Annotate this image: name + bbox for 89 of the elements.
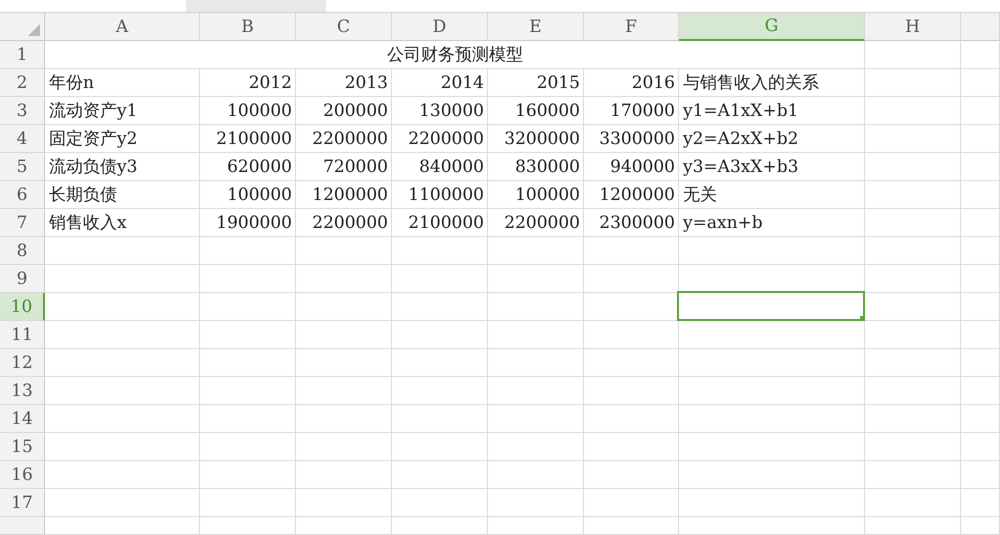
table-cell: 940000: [584, 153, 679, 181]
row-header[interactable]: 16: [0, 461, 45, 489]
row-header[interactable]: 12: [0, 349, 45, 377]
table-cell: 2300000: [584, 209, 679, 237]
row-header[interactable]: 13: [0, 377, 45, 405]
row-header[interactable]: 11: [0, 321, 45, 349]
table-cell: 1900000: [200, 209, 296, 237]
column-header[interactable]: B: [200, 13, 296, 41]
table-cell: 160000: [488, 97, 584, 125]
table-cell: 720000: [296, 153, 392, 181]
table-cell: [961, 125, 1000, 153]
row-header[interactable]: [0, 517, 45, 535]
table-cell: 1200000: [584, 181, 679, 209]
table-cell: 130000: [392, 97, 488, 125]
column-header[interactable]: [961, 13, 1000, 41]
row-header[interactable]: 6: [0, 181, 45, 209]
table-cell: [961, 265, 1000, 293]
table-cell: 2014: [392, 69, 488, 97]
table-cell: 固定资产y2: [45, 125, 200, 153]
table-cell: 2016: [584, 69, 679, 97]
table-cell: [961, 517, 1000, 535]
table-cell: y1=A1xX+b1: [679, 97, 865, 125]
table-cell: [961, 461, 1000, 489]
table-cell: [961, 433, 1000, 461]
table-cell: [961, 489, 1000, 517]
row-header[interactable]: 8: [0, 237, 45, 265]
column-header[interactable]: A: [45, 13, 200, 41]
row-header[interactable]: 9: [0, 265, 45, 293]
column-header[interactable]: C: [296, 13, 392, 41]
table-cell: [961, 405, 1000, 433]
table-cell: y=axn+b: [679, 209, 865, 237]
table-cell: 流动负债y3: [45, 153, 200, 181]
table-cell: 年份n: [45, 69, 200, 97]
row-header[interactable]: 15: [0, 433, 45, 461]
table-cell: 2200000: [296, 125, 392, 153]
row-header[interactable]: 3: [0, 97, 45, 125]
table-cell: [961, 349, 1000, 377]
table-cell: y2=A2xX+b2: [679, 125, 865, 153]
table-cell: 170000: [584, 97, 679, 125]
row-header[interactable]: 4: [0, 125, 45, 153]
table-cell: 100000: [200, 181, 296, 209]
table-cell: 1200000: [296, 181, 392, 209]
table-cell: 2200000: [488, 209, 584, 237]
column-header[interactable]: H: [865, 13, 961, 41]
table-cell: 1100000: [392, 181, 488, 209]
table-cell: 3200000: [488, 125, 584, 153]
table-cell: 620000: [200, 153, 296, 181]
table-cell: [961, 377, 1000, 405]
table-cell: 3300000: [584, 125, 679, 153]
corner-triangle-icon: [28, 24, 40, 36]
table-cell: 840000: [392, 153, 488, 181]
row-header[interactable]: 5: [0, 153, 45, 181]
table-cell: [961, 321, 1000, 349]
row-header[interactable]: 17: [0, 489, 45, 517]
table-cell: [961, 293, 1000, 321]
table-cell: [961, 181, 1000, 209]
row-header[interactable]: 1: [0, 41, 45, 69]
column-header[interactable]: E: [488, 13, 584, 41]
table-cell: [961, 41, 1000, 69]
table-cell: 与销售收入的关系: [679, 69, 865, 97]
table-cell: 100000: [488, 181, 584, 209]
select-all-corner[interactable]: [0, 13, 45, 41]
table-cell: 长期负债: [45, 181, 200, 209]
table-cell: y3=A3xX+b3: [679, 153, 865, 181]
column-header[interactable]: F: [584, 13, 679, 41]
table-cell: 流动资产y1: [45, 97, 200, 125]
row-header[interactable]: 2: [0, 69, 45, 97]
table-cell: 100000: [200, 97, 296, 125]
table-cell: 2013: [296, 69, 392, 97]
table-cell: 830000: [488, 153, 584, 181]
table-cell: [961, 97, 1000, 125]
table-cell: [961, 153, 1000, 181]
row-header[interactable]: 14: [0, 405, 45, 433]
table-cell: [961, 237, 1000, 265]
table-cell: 2100000: [200, 125, 296, 153]
table-cell: 2100000: [392, 209, 488, 237]
table-cell: 2012: [200, 69, 296, 97]
top-bar-tab[interactable]: [186, 0, 326, 12]
table-cell: 2200000: [296, 209, 392, 237]
table-cell: 2015: [488, 69, 584, 97]
merged-title-cell: 公司财务预测模型: [45, 41, 865, 69]
table-cell: [961, 69, 1000, 97]
table-cell: 2200000: [392, 125, 488, 153]
table-cell: 200000: [296, 97, 392, 125]
row-header[interactable]: 7: [0, 209, 45, 237]
table-cell: [961, 209, 1000, 237]
column-header[interactable]: D: [392, 13, 488, 41]
table-cell: 销售收入x: [45, 209, 200, 237]
table-cell: 无关: [679, 181, 865, 209]
